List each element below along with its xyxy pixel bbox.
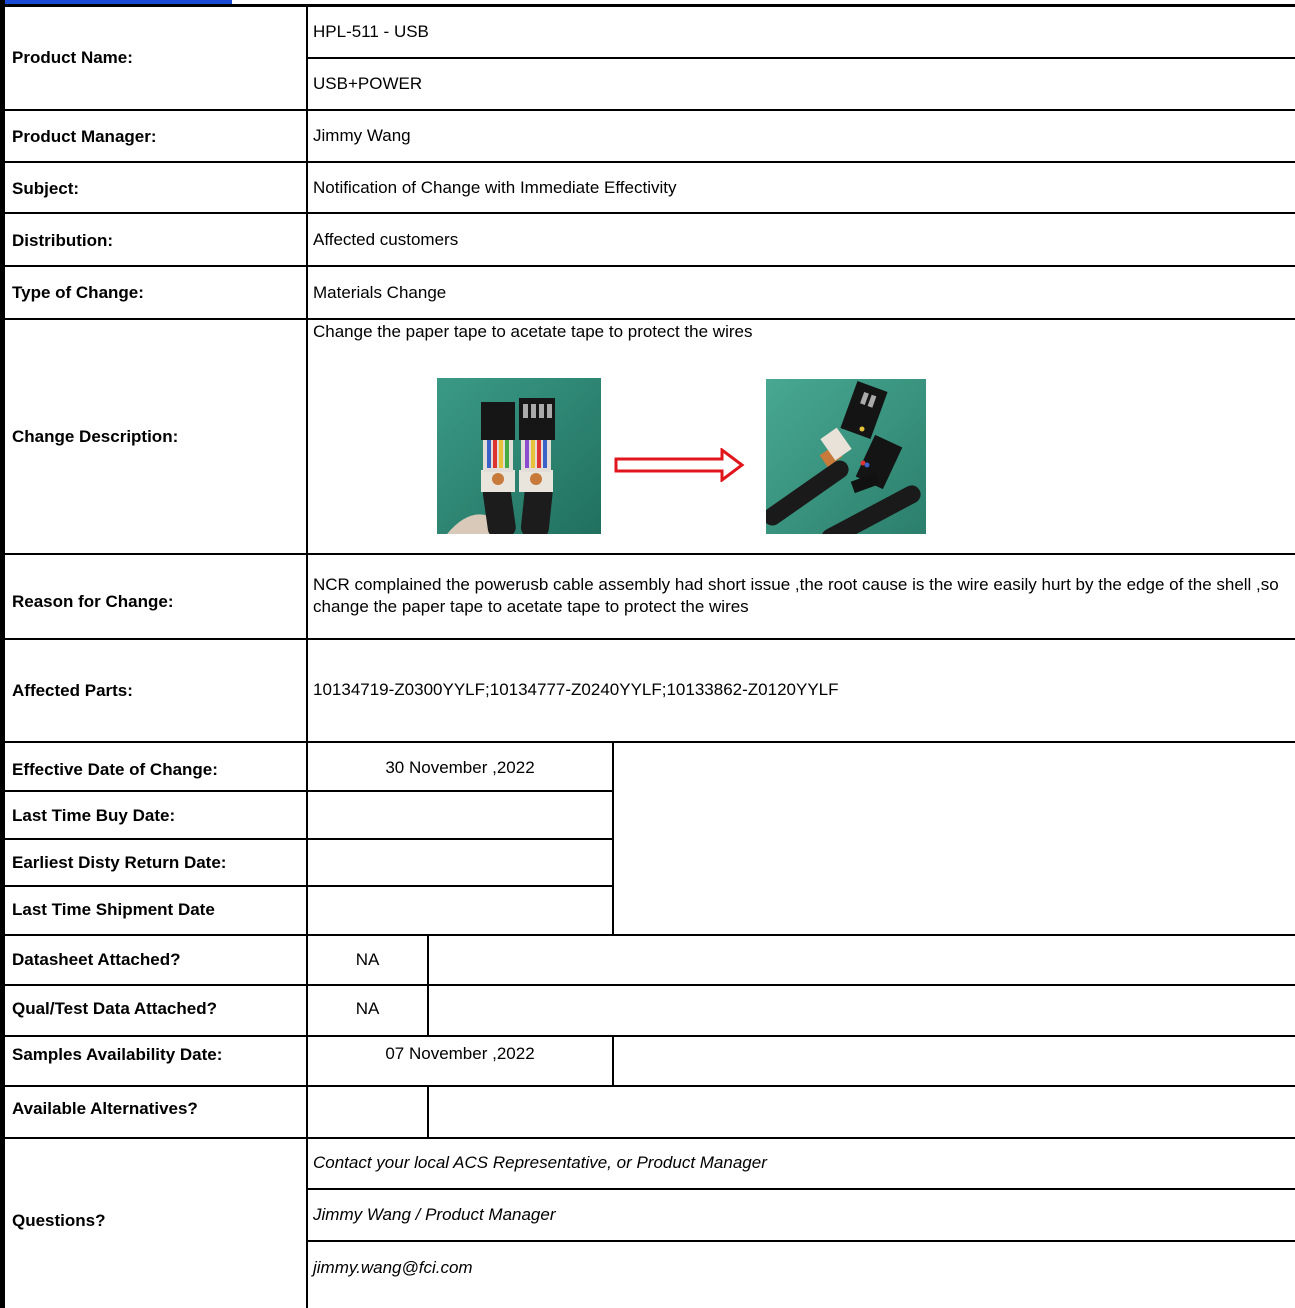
subrow-divider: [308, 57, 1295, 59]
subrow-divider: [5, 984, 1295, 986]
row-divider: [5, 212, 1295, 214]
cell-divider: [612, 741, 614, 935]
reason-for-change-value: NCR complained the powerusb cable assemb…: [313, 575, 1279, 616]
product-manager-value: Jimmy Wang: [313, 126, 411, 145]
samples-availability-label: Samples Availability Date:: [12, 1045, 223, 1064]
type-of-change-value: Materials Change: [313, 283, 447, 302]
subrow-divider: [5, 885, 613, 887]
questions-manager-line: Jimmy Wang / Product Manager: [313, 1205, 556, 1224]
subject-value: Notification of Change with Immediate Ef…: [313, 178, 677, 197]
last-time-buy-label: Last Time Buy Date:: [12, 806, 176, 825]
product-name-value: HPL-511 - USB: [313, 22, 429, 41]
cell-divider: [427, 1085, 429, 1138]
row-divider: [5, 741, 1295, 743]
questions-email-line: jimmy.wang@fci.com: [313, 1258, 473, 1277]
qual-test-data-value: NA: [355, 999, 380, 1018]
row-divider: [5, 109, 1295, 111]
after-change-photo: [766, 379, 926, 534]
questions-label: Questions?: [12, 1211, 106, 1230]
change-notification-form: Product Name: Product Manager: Subject: …: [0, 0, 1295, 1308]
subrow-divider: [308, 1240, 1295, 1242]
earliest-disty-return-label: Earliest Disty Return Date:: [12, 853, 227, 872]
subject-label: Subject:: [12, 179, 80, 198]
distribution-label: Distribution:: [12, 231, 114, 250]
reason-for-change-label: Reason for Change:: [12, 592, 174, 611]
subrow-divider: [5, 790, 613, 792]
last-time-shipment-label: Last Time Shipment Date: [12, 900, 215, 919]
questions-contact-line: Contact your local ACS Representative, o…: [313, 1153, 767, 1172]
product-manager-label: Product Manager:: [12, 127, 157, 146]
subrow-divider: [5, 1085, 1295, 1087]
datasheet-attached-label: Datasheet Attached?: [12, 950, 181, 969]
datasheet-attached-value: NA: [355, 950, 380, 969]
qual-test-data-label: Qual/Test Data Attached?: [12, 999, 217, 1018]
product-name-label: Product Name:: [12, 48, 133, 67]
frame-top-border: [0, 4, 1295, 7]
change-description-value: Change the paper tape to acetate tape to…: [313, 322, 753, 341]
affected-parts-label: Affected Parts:: [12, 681, 133, 700]
product-type-value: USB+POWER: [313, 74, 423, 93]
frame-left-border: [0, 0, 5, 1308]
type-of-change-label: Type of Change:: [12, 283, 144, 302]
available-alternatives-label: Available Alternatives?: [12, 1099, 198, 1118]
cell-divider: [612, 1035, 614, 1086]
row-divider: [5, 161, 1295, 163]
before-change-photo: [437, 378, 601, 534]
row-divider: [5, 553, 1295, 555]
samples-availability-value: 07 November ,2022: [385, 1044, 535, 1063]
row-divider: [5, 934, 1295, 936]
row-divider: [5, 1035, 1295, 1037]
row-divider: [5, 1137, 1295, 1139]
arrow-right-icon: [614, 448, 745, 482]
row-divider: [5, 265, 1295, 267]
effective-date-label: Effective Date of Change:: [12, 760, 218, 779]
effective-date-value: 30 November ,2022: [385, 758, 535, 777]
distribution-value: Affected customers: [313, 230, 459, 249]
row-divider: [5, 318, 1295, 320]
change-description-label: Change Description:: [12, 427, 179, 446]
row-divider: [5, 638, 1295, 640]
subrow-divider: [5, 838, 613, 840]
cell-divider: [427, 934, 429, 1036]
affected-parts-value: 10134719-Z0300YYLF;10134777-Z0240YYLF;10…: [313, 680, 839, 699]
column-divider: [306, 6, 308, 1308]
subrow-divider: [308, 1188, 1295, 1190]
